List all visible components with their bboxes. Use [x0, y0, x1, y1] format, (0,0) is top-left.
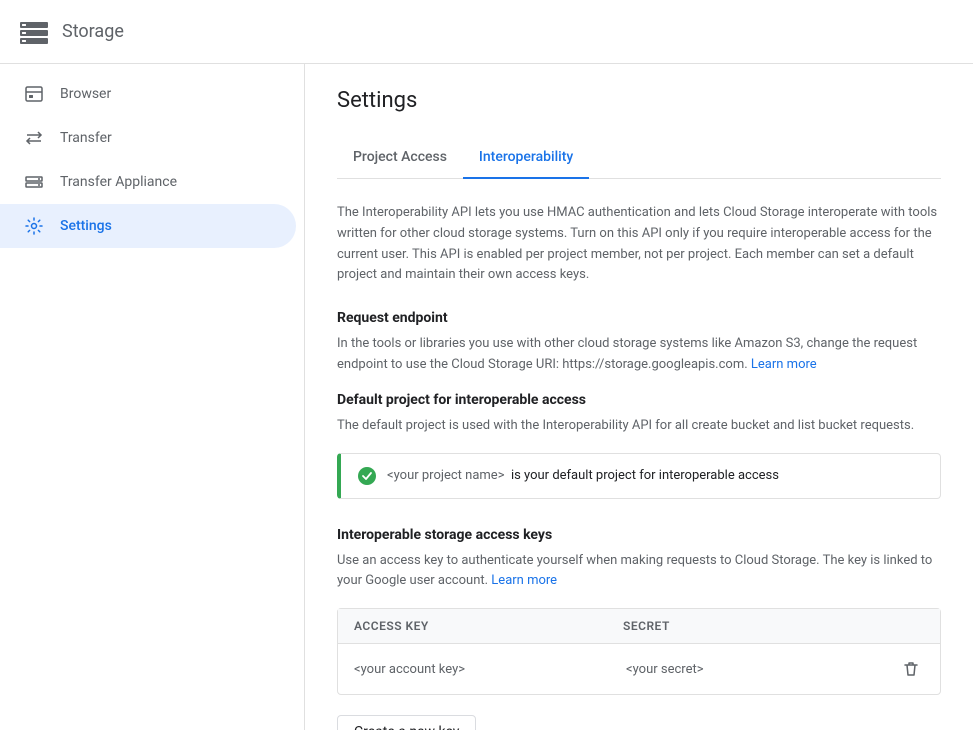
- sidebar-item-transfer-appliance[interactable]: Transfer Appliance: [0, 160, 296, 204]
- project-box-suffix: is your default project for interoperabl…: [511, 468, 779, 483]
- col-header-secret: Secret: [623, 619, 892, 633]
- tab-project-access[interactable]: Project Access: [337, 137, 463, 179]
- project-box: <your project name> is your default proj…: [337, 453, 941, 499]
- transfer-appliance-icon: [24, 172, 44, 192]
- transfer-appliance-label: Transfer Appliance: [60, 174, 177, 190]
- access-keys-section: Interoperable storage access keys Use an…: [337, 527, 941, 730]
- request-endpoint-learn-more[interactable]: Learn more: [751, 357, 817, 372]
- request-endpoint-title: Request endpoint: [337, 310, 941, 326]
- settings-icon: [24, 216, 44, 236]
- sidebar: Browser Transfer: [0, 64, 305, 730]
- request-endpoint-desc: In the tools or libraries you use with o…: [337, 334, 941, 376]
- storage-logo-icon: [16, 14, 52, 50]
- secret-value: <your secret>: [626, 662, 898, 677]
- default-project-desc: The default project is used with the Int…: [337, 416, 941, 437]
- browser-icon: [24, 84, 44, 104]
- tabs: Project Access Interoperability: [337, 137, 941, 179]
- project-name: <your project name>: [387, 468, 505, 483]
- access-keys-learn-more[interactable]: Learn more: [491, 573, 557, 588]
- table-row: <your account key> <your secret>: [338, 644, 940, 694]
- trash-icon: [902, 660, 920, 678]
- access-keys-table: Access Key Secret <your account key> <yo…: [337, 608, 941, 695]
- sidebar-item-browser[interactable]: Browser: [0, 72, 296, 116]
- transfer-icon: [24, 128, 44, 148]
- intro-text: The Interoperability API lets you use HM…: [337, 203, 941, 286]
- project-box-text: <your project name> is your default proj…: [387, 468, 779, 483]
- layout: Browser Transfer: [0, 64, 973, 730]
- create-new-key-button[interactable]: Create a new key: [337, 715, 476, 730]
- settings-label: Settings: [60, 218, 112, 234]
- browser-label: Browser: [60, 86, 111, 102]
- page-title: Settings: [337, 88, 941, 113]
- app-logo: Storage: [16, 14, 124, 50]
- default-project-section: Default project for interoperable access…: [337, 392, 941, 499]
- delete-key-button[interactable]: [898, 656, 924, 682]
- app-title: Storage: [62, 21, 124, 42]
- col-header-key: Access Key: [354, 619, 623, 633]
- check-circle-icon: [357, 466, 377, 486]
- sidebar-item-settings[interactable]: Settings: [0, 204, 296, 248]
- request-endpoint-section: Request endpoint In the tools or librari…: [337, 310, 941, 376]
- default-project-title: Default project for interoperable access: [337, 392, 941, 408]
- tab-interoperability[interactable]: Interoperability: [463, 137, 589, 179]
- access-keys-title: Interoperable storage access keys: [337, 527, 941, 543]
- top-bar: Storage: [0, 0, 973, 64]
- transfer-label: Transfer: [60, 130, 112, 146]
- main-content: Settings Project Access Interoperability…: [305, 64, 973, 730]
- account-key-value: <your account key>: [354, 662, 626, 677]
- access-keys-desc: Use an access key to authenticate yourse…: [337, 551, 941, 593]
- sidebar-item-transfer[interactable]: Transfer: [0, 116, 296, 160]
- table-header: Access Key Secret: [338, 609, 940, 644]
